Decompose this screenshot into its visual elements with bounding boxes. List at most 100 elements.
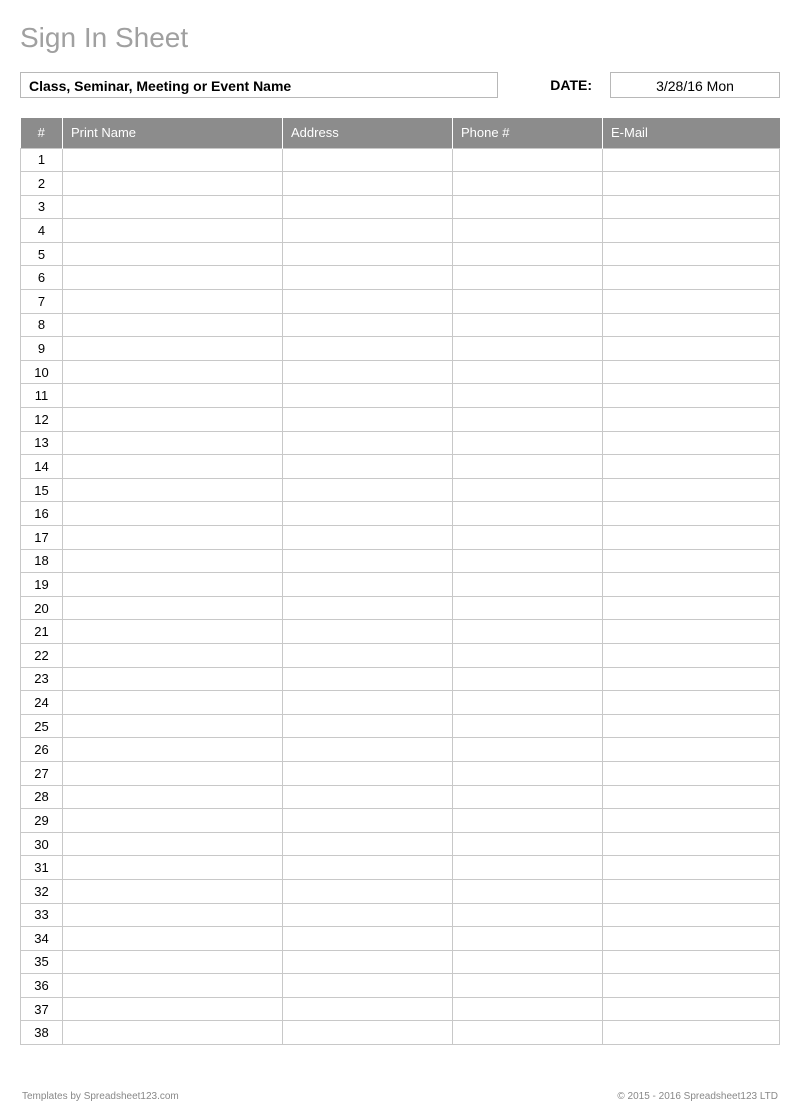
cell[interactable] — [603, 242, 780, 266]
cell[interactable] — [453, 950, 603, 974]
cell[interactable] — [603, 195, 780, 219]
cell[interactable] — [453, 997, 603, 1021]
cell[interactable] — [453, 266, 603, 290]
cell[interactable] — [63, 502, 283, 526]
cell[interactable] — [603, 549, 780, 573]
cell[interactable] — [453, 927, 603, 951]
cell[interactable] — [283, 526, 453, 550]
cell[interactable] — [63, 879, 283, 903]
cell[interactable] — [63, 384, 283, 408]
cell[interactable] — [603, 219, 780, 243]
cell[interactable] — [453, 242, 603, 266]
cell[interactable] — [283, 620, 453, 644]
cell[interactable] — [603, 785, 780, 809]
cell[interactable] — [603, 337, 780, 361]
cell[interactable] — [453, 313, 603, 337]
cell[interactable] — [283, 903, 453, 927]
cell[interactable] — [63, 313, 283, 337]
cell[interactable] — [283, 1021, 453, 1045]
cell[interactable] — [453, 290, 603, 314]
cell[interactable] — [283, 360, 453, 384]
cell[interactable] — [283, 337, 453, 361]
cell[interactable] — [603, 478, 780, 502]
cell[interactable] — [63, 431, 283, 455]
cell[interactable] — [453, 761, 603, 785]
cell[interactable] — [63, 549, 283, 573]
cell[interactable] — [603, 691, 780, 715]
cell[interactable] — [453, 691, 603, 715]
cell[interactable] — [283, 879, 453, 903]
cell[interactable] — [63, 620, 283, 644]
cell[interactable] — [453, 620, 603, 644]
cell[interactable] — [63, 219, 283, 243]
cell[interactable] — [453, 643, 603, 667]
cell[interactable] — [283, 596, 453, 620]
cell[interactable] — [283, 785, 453, 809]
cell[interactable] — [603, 667, 780, 691]
cell[interactable] — [283, 242, 453, 266]
cell[interactable] — [453, 478, 603, 502]
cell[interactable] — [63, 667, 283, 691]
cell[interactable] — [283, 148, 453, 172]
cell[interactable] — [603, 643, 780, 667]
cell[interactable] — [63, 408, 283, 432]
cell[interactable] — [283, 266, 453, 290]
cell[interactable] — [283, 691, 453, 715]
cell[interactable] — [63, 596, 283, 620]
cell[interactable] — [63, 242, 283, 266]
cell[interactable] — [283, 290, 453, 314]
cell[interactable] — [453, 408, 603, 432]
cell[interactable] — [603, 172, 780, 196]
cell[interactable] — [63, 526, 283, 550]
cell[interactable] — [63, 195, 283, 219]
cell[interactable] — [603, 950, 780, 974]
cell[interactable] — [603, 313, 780, 337]
cell[interactable] — [603, 714, 780, 738]
cell[interactable] — [63, 478, 283, 502]
cell[interactable] — [283, 950, 453, 974]
cell[interactable] — [603, 360, 780, 384]
cell[interactable] — [603, 738, 780, 762]
cell[interactable] — [453, 879, 603, 903]
cell[interactable] — [453, 1021, 603, 1045]
cell[interactable] — [453, 667, 603, 691]
cell[interactable] — [283, 667, 453, 691]
cell[interactable] — [283, 408, 453, 432]
cell[interactable] — [63, 856, 283, 880]
cell[interactable] — [603, 997, 780, 1021]
cell[interactable] — [603, 526, 780, 550]
cell[interactable] — [453, 526, 603, 550]
cell[interactable] — [283, 809, 453, 833]
cell[interactable] — [453, 738, 603, 762]
cell[interactable] — [603, 596, 780, 620]
event-name-field[interactable]: Class, Seminar, Meeting or Event Name — [20, 72, 498, 98]
cell[interactable] — [283, 172, 453, 196]
cell[interactable] — [283, 997, 453, 1021]
cell[interactable] — [603, 856, 780, 880]
cell[interactable] — [63, 997, 283, 1021]
cell[interactable] — [283, 219, 453, 243]
cell[interactable] — [63, 785, 283, 809]
cell[interactable] — [63, 360, 283, 384]
cell[interactable] — [453, 714, 603, 738]
cell[interactable] — [63, 573, 283, 597]
cell[interactable] — [63, 266, 283, 290]
cell[interactable] — [603, 384, 780, 408]
cell[interactable] — [63, 761, 283, 785]
cell[interactable] — [603, 290, 780, 314]
cell[interactable] — [603, 573, 780, 597]
cell[interactable] — [283, 738, 453, 762]
cell[interactable] — [453, 431, 603, 455]
cell[interactable] — [283, 856, 453, 880]
cell[interactable] — [603, 761, 780, 785]
cell[interactable] — [63, 455, 283, 479]
cell[interactable] — [453, 148, 603, 172]
cell[interactable] — [603, 502, 780, 526]
cell[interactable] — [603, 809, 780, 833]
cell[interactable] — [283, 195, 453, 219]
cell[interactable] — [453, 549, 603, 573]
cell[interactable] — [63, 1021, 283, 1045]
cell[interactable] — [453, 856, 603, 880]
cell[interactable] — [63, 337, 283, 361]
cell[interactable] — [283, 832, 453, 856]
